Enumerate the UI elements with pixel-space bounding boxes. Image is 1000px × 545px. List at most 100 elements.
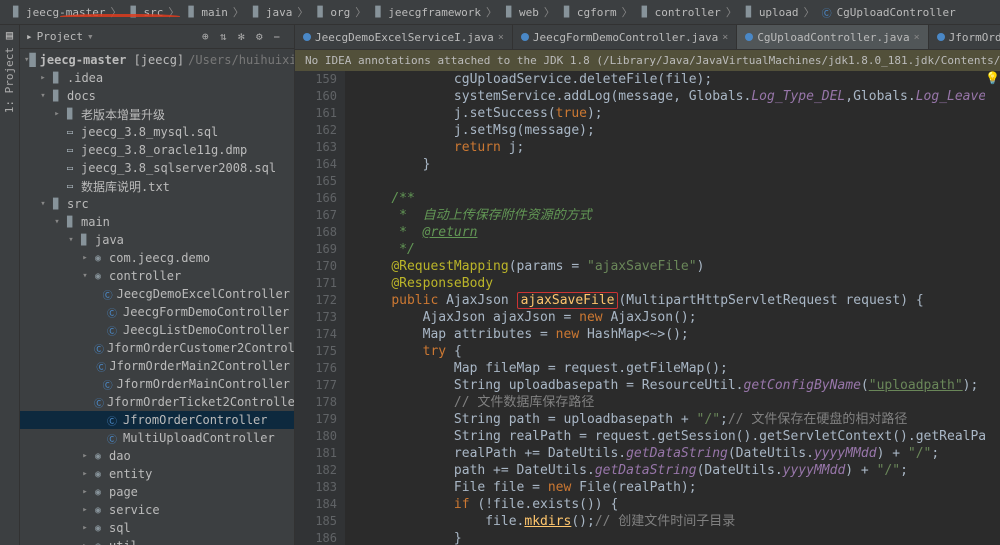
breadcrumb-item[interactable]: ▉controller [634, 5, 725, 19]
line-number: 185 [295, 513, 337, 530]
tree-label: util [109, 539, 138, 545]
breadcrumb-item[interactable]: ▉jeecgframework [367, 5, 485, 19]
tree-row[interactable]: ▸◉util [20, 537, 294, 545]
tree-root[interactable]: ▾▉jeecg-master [jeecg]/Users/huihuixiao/… [20, 51, 294, 69]
close-icon[interactable]: × [498, 32, 504, 43]
expand-icon[interactable]: ▸ [80, 469, 90, 479]
expand-icon[interactable]: ▸ [80, 487, 90, 497]
expand-icon[interactable]: ▸ [80, 523, 90, 533]
tree-row[interactable]: ▸◉sql [20, 519, 294, 537]
expand-icon[interactable]: ▾ [38, 199, 48, 209]
tree-row[interactable]: ▾▉docs [20, 87, 294, 105]
bulb-icon[interactable]: 💡 [985, 71, 1000, 545]
tree-row[interactable]: ▸◉service [20, 501, 294, 519]
expand-icon[interactable]: ▾ [52, 217, 62, 227]
editor-tab[interactable]: JeecgFormDemoController.java× [513, 25, 737, 49]
editor-tab[interactable]: JformOrderCustomer2Controller.java× [929, 25, 1000, 49]
expand-icon[interactable]: ▸ [52, 109, 62, 119]
gear-icon[interactable]: ⚙ [256, 30, 270, 44]
scroll-from-source-icon[interactable]: ⊕ [202, 30, 216, 44]
tree-row[interactable]: ▭数据库说明.txt [20, 177, 294, 195]
line-number: 164 [295, 156, 337, 173]
editor-tab[interactable]: JeecgDemoExcelServiceI.java× [295, 25, 513, 49]
tree-label: 老版本增量升级 [81, 106, 165, 123]
tree-row[interactable]: ▭jeecg_3.8_mysql.sql [20, 123, 294, 141]
file-icon: ▭ [62, 181, 78, 192]
tree-label: JeecgFormDemoController [123, 305, 289, 319]
collapse-icon[interactable]: ⇅ [220, 30, 234, 44]
expand-icon[interactable]: ▸ [38, 73, 48, 83]
tree-row[interactable]: ⒸMultiUploadController [20, 429, 294, 447]
tree-row[interactable]: ▾▉java [20, 231, 294, 249]
jdk-notice-bar[interactable]: No IDEA annotations attached to the JDK … [295, 50, 1000, 71]
breadcrumb-separator: 〉 [355, 4, 366, 20]
pkg-icon: ◉ [90, 271, 106, 282]
breadcrumb-item[interactable]: ⒸCgUploadController [816, 5, 960, 19]
tree-row[interactable]: ▭jeecg_3.8_oracle11g.dmp [20, 141, 294, 159]
breadcrumb-item[interactable]: ▉java [245, 5, 297, 19]
tool-window-bar[interactable]: ▤ 1: Project [0, 25, 20, 545]
breadcrumb-item[interactable]: ▉web [498, 5, 543, 19]
tree-row[interactable]: ▸◉page [20, 483, 294, 501]
breadcrumb-item[interactable]: ▉org [309, 5, 354, 19]
tree-label: java [95, 233, 124, 247]
line-number: 175 [295, 343, 337, 360]
tree-row[interactable]: ⒸJformOrderMainController [20, 375, 294, 393]
tree-row[interactable]: ⒸJeecgListDemoController [20, 321, 294, 339]
tree-row[interactable]: ⒸJeecgFormDemoController [20, 303, 294, 321]
project-tool-label[interactable]: 1: Project [3, 47, 16, 113]
expand-icon[interactable]: ▸ [80, 253, 90, 263]
tree-row[interactable]: ⒸJformOrderMain2Controller [20, 357, 294, 375]
expand-icon[interactable]: ▸ [80, 451, 90, 461]
breadcrumb-item[interactable]: ▉cgform [556, 5, 621, 19]
project-tool-button[interactable]: ▤ [6, 28, 13, 42]
breadcrumb-item[interactable]: ▉main [180, 5, 232, 19]
expand-icon[interactable]: ▸ [80, 505, 90, 515]
line-number: 163 [295, 139, 337, 156]
expand-icon[interactable]: ▾ [38, 91, 48, 101]
tree-row[interactable]: ⒸJfromOrderController [20, 411, 294, 429]
tree-row[interactable]: ▾▉src [20, 195, 294, 213]
line-number: 182 [295, 462, 337, 479]
folder-icon: ▉ [371, 5, 385, 19]
close-icon[interactable]: × [914, 32, 920, 43]
expand-icon[interactable]: ▾ [66, 235, 76, 245]
tree-row[interactable]: ▸◉com.jeecg.demo [20, 249, 294, 267]
tree-label: service [109, 503, 160, 517]
folder-icon: ▉ [48, 91, 64, 102]
tree-row[interactable]: ▸▉.idea [20, 69, 294, 87]
tree-row[interactable]: ▾◉controller [20, 267, 294, 285]
project-tree[interactable]: ▾▉jeecg-master [jeecg]/Users/huihuixiao/… [20, 49, 294, 545]
close-icon[interactable]: × [722, 32, 728, 43]
tree-row[interactable]: ⒸJformOrderCustomer2Controller [20, 339, 294, 357]
tree-row[interactable]: ⒸJeecgDemoExcelController [20, 285, 294, 303]
editor-tab[interactable]: CgUploadController.java× [737, 25, 928, 49]
hide-icon[interactable]: ⎯ [274, 30, 288, 44]
file-icon: ▭ [62, 145, 78, 156]
tree-label: main [81, 215, 110, 229]
expand-icon[interactable]: ▾ [80, 271, 90, 281]
pkg-icon: ◉ [90, 253, 106, 264]
breadcrumb-label: upload [759, 6, 799, 19]
folder-icon: ▉ [313, 5, 327, 19]
project-panel-arrow-icon[interactable]: ▸ [26, 30, 33, 43]
settings-icon[interactable]: ✻ [238, 30, 252, 44]
editor-tabs: JeecgDemoExcelServiceI.java×JeecgFormDem… [295, 25, 1000, 50]
file-icon: ▭ [62, 127, 78, 138]
tree-row[interactable]: ⒸJformOrderTicket2Controller [20, 393, 294, 411]
project-panel: ▸ Project ▾ ⊕ ⇅ ✻ ⚙ ⎯ ▾▉jeecg-master [je… [20, 25, 295, 545]
file-icon: ▭ [62, 163, 78, 174]
pkg-icon: ◉ [90, 451, 106, 462]
tree-row[interactable]: ▭jeecg_3.8_sqlserver2008.sql [20, 159, 294, 177]
code-editor[interactable]: 1591601611621631641651661671681691701711… [295, 71, 1000, 545]
tree-row[interactable]: ▸▉老版本增量升级 [20, 105, 294, 123]
tree-row[interactable]: ▸◉entity [20, 465, 294, 483]
expand-icon[interactable]: ▸ [80, 541, 90, 545]
breadcrumb-item[interactable]: ▉upload [738, 5, 803, 19]
tree-row[interactable]: ▾▉main [20, 213, 294, 231]
code-content[interactable]: cgUploadService.deleteFile(file); system… [345, 71, 985, 545]
folder-icon: ▉ [560, 5, 574, 19]
tree-label: com.jeecg.demo [109, 251, 210, 265]
dropdown-icon[interactable]: ▾ [87, 30, 94, 43]
tree-row[interactable]: ▸◉dao [20, 447, 294, 465]
